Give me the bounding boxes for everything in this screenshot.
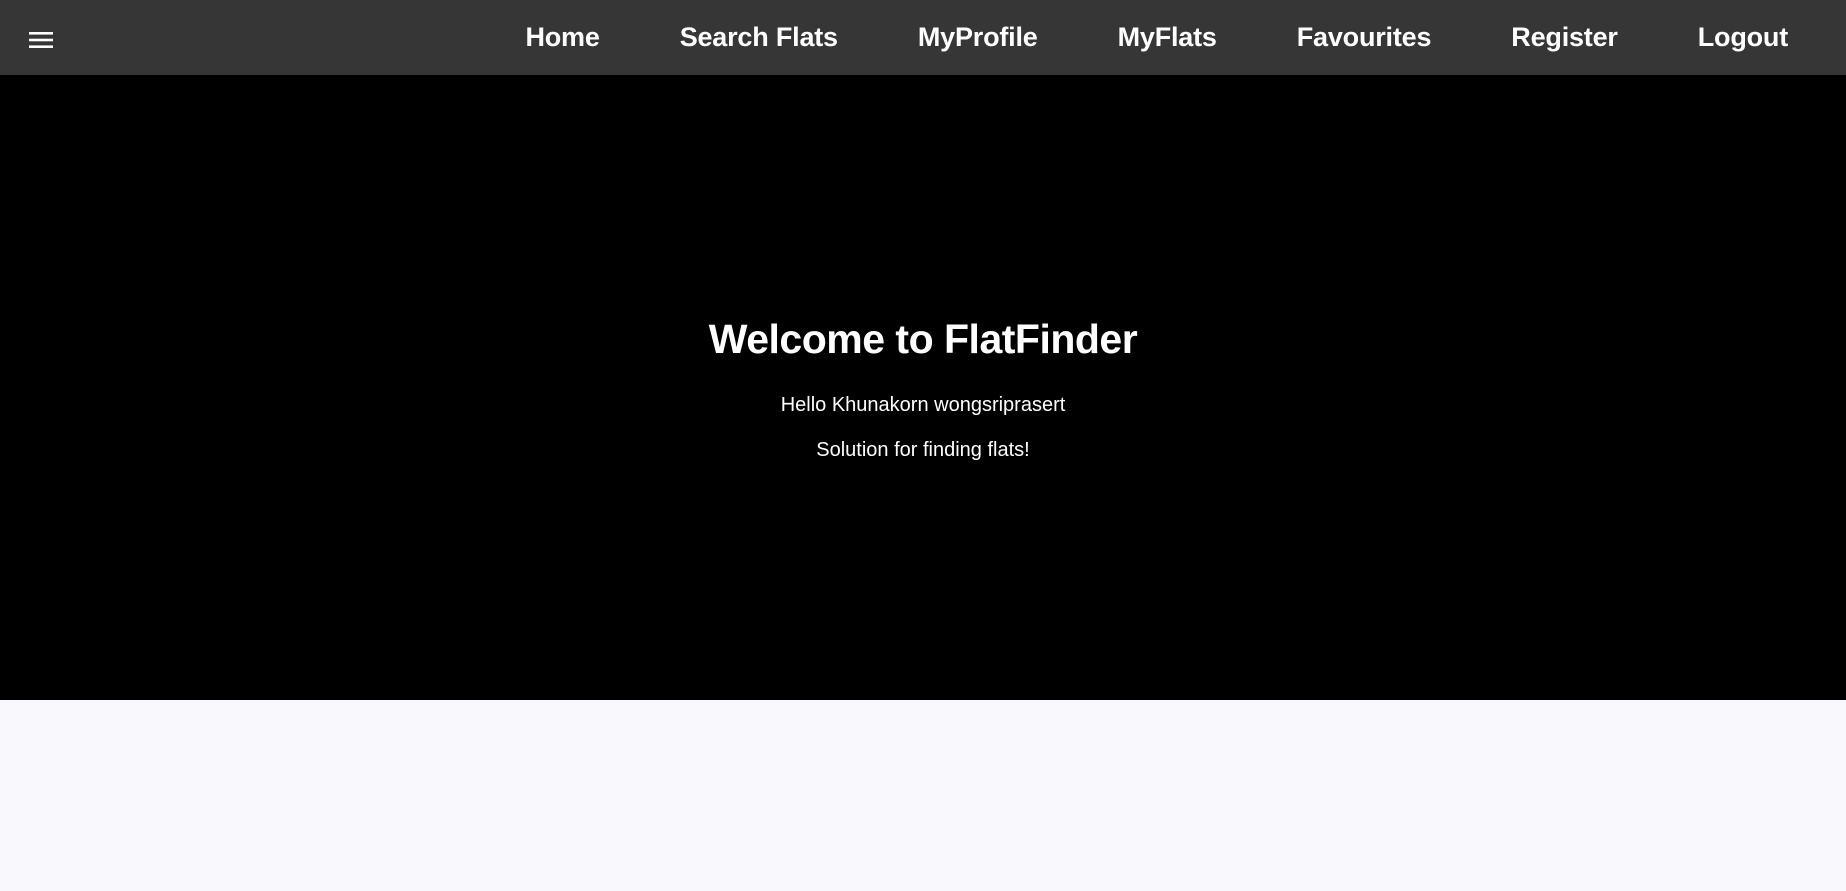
- nav-links: Home Search Flats MyProfile MyFlats Favo…: [525, 0, 1788, 75]
- hamburger-menu-icon[interactable]: [29, 30, 55, 50]
- hero-tagline: Solution for finding flats!: [816, 439, 1030, 461]
- nav-link-my-flats[interactable]: MyFlats: [1118, 22, 1217, 53]
- hero-title: Welcome to FlatFinder: [708, 316, 1138, 362]
- nav-link-search-flats[interactable]: Search Flats: [680, 22, 838, 53]
- nav-link-favourites[interactable]: Favourites: [1297, 22, 1432, 53]
- hero-banner: Welcome to FlatFinder Hello Khunakorn wo…: [0, 75, 1846, 700]
- nav-link-register[interactable]: Register: [1511, 22, 1618, 53]
- content-area: [0, 700, 1846, 891]
- hero-greeting: Hello Khunakorn wongsriprasert: [780, 394, 1066, 416]
- nav-link-my-profile[interactable]: MyProfile: [918, 22, 1038, 53]
- nav-link-logout[interactable]: Logout: [1698, 22, 1788, 53]
- nav-link-home[interactable]: Home: [525, 22, 599, 53]
- top-navbar: Home Search Flats MyProfile MyFlats Favo…: [0, 0, 1846, 75]
